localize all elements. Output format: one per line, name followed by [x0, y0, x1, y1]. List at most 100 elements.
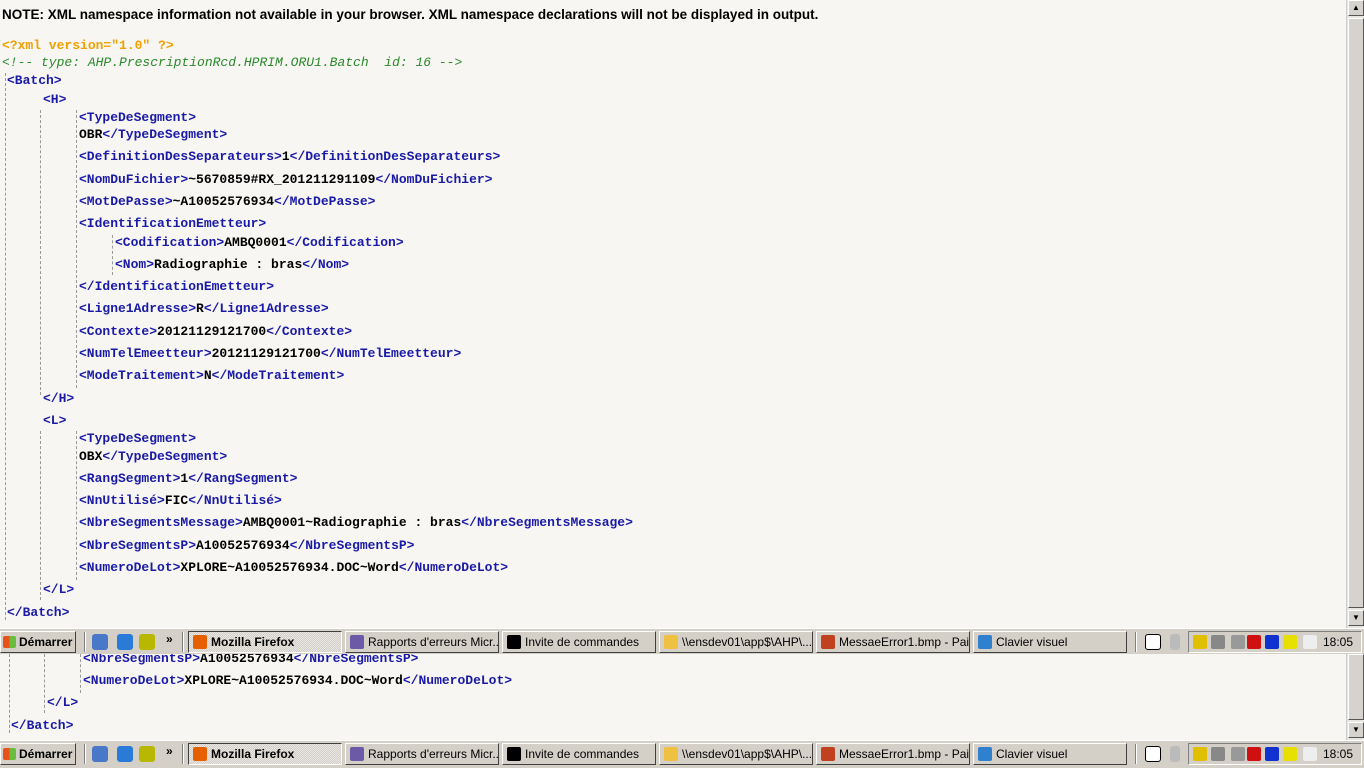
- start-button[interactable]: Démarrer: [0, 743, 76, 765]
- internet-explorer-icon[interactable]: [117, 746, 133, 762]
- help-tray-icon[interactable]: [1283, 747, 1297, 761]
- indent-guide: [76, 431, 77, 580]
- keyboard-icon: [978, 635, 992, 649]
- xml-line: </L>: [43, 582, 74, 598]
- keyboard-layout-icon[interactable]: [1303, 747, 1317, 761]
- separator: [1135, 744, 1137, 764]
- xml-close-tag: </NbreSegmentsMessage>: [461, 515, 633, 530]
- xml-line: <Nom>Radiographie : bras</Nom>: [115, 257, 349, 273]
- taskbar-button[interactable]: Rapports d'erreurs Micr...: [345, 743, 499, 765]
- speaker-icon[interactable]: [1211, 635, 1225, 649]
- indent-guide: [9, 654, 10, 733]
- taskbar-button-label: \\ensdev01\app$\AHP\...: [682, 635, 813, 649]
- vertical-scrollbar[interactable]: ▼: [1346, 654, 1364, 740]
- windows-logo-icon: [3, 636, 16, 648]
- media-play-icon[interactable]: [1265, 635, 1279, 649]
- quicklaunch-app-icon[interactable]: [139, 634, 155, 650]
- taskbar-button[interactable]: Rapports d'erreurs Micr...: [345, 631, 499, 653]
- network-icon[interactable]: [1231, 747, 1245, 761]
- taskbar-button[interactable]: Mozilla Firefox: [188, 743, 342, 765]
- xml-close-tag: </ModeTraitement>: [211, 368, 345, 383]
- xml-close-tag: </NbreSegmentsP>: [289, 538, 415, 553]
- xml-open-tag: <NumeroDeLot>: [83, 673, 185, 688]
- paint-icon: [821, 747, 835, 761]
- speaker-icon[interactable]: [1211, 747, 1225, 761]
- media-play-icon[interactable]: [1265, 747, 1279, 761]
- taskbar-button[interactable]: Invite de commandes: [502, 631, 656, 653]
- taskbar-button[interactable]: Clavier visuel: [973, 743, 1127, 765]
- help-icon[interactable]: [1145, 634, 1161, 650]
- taskbar-button[interactable]: Mozilla Firefox: [188, 631, 342, 653]
- error-report-icon: [350, 747, 364, 761]
- taskbar: Démarrer » Mozilla Firefox Rapports d'erreu…: [0, 628, 1364, 654]
- xml-text-value: A10052576934: [200, 654, 294, 666]
- indent-guide: [112, 235, 113, 275]
- xml-text-value: R: [196, 301, 204, 316]
- scroll-up-button[interactable]: ▲: [1348, 0, 1364, 16]
- help-icon[interactable]: [1145, 746, 1161, 762]
- internet-explorer-icon[interactable]: [117, 634, 133, 650]
- show-desktop-icon[interactable]: [92, 746, 108, 762]
- keyboard-layout-icon[interactable]: [1303, 635, 1317, 649]
- xml-line: <L>: [43, 413, 66, 429]
- restore-toolbar-icon[interactable]: [1170, 634, 1180, 650]
- vertical-scrollbar[interactable]: ▲ ▼: [1346, 0, 1364, 628]
- taskbar-button-label: Clavier visuel: [996, 635, 1068, 649]
- xml-line: <H>: [43, 92, 66, 108]
- kaspersky-icon[interactable]: [1247, 635, 1261, 649]
- taskbar-button-label: Rapports d'erreurs Micr...: [368, 635, 499, 649]
- xml-open-tag: <NbreSegmentsMessage>: [79, 515, 243, 530]
- xml-text-value: Radiographie : bras: [154, 257, 303, 272]
- taskbar-button[interactable]: Invite de commandes: [502, 743, 656, 765]
- scroll-down-button[interactable]: ▼: [1348, 722, 1364, 738]
- taskbar-button[interactable]: Clavier visuel: [973, 631, 1127, 653]
- xml-line: <NumTelEmeetteur>20121129121700</NumTelE…: [79, 346, 461, 362]
- xml-line: </Batch>: [11, 718, 73, 734]
- xml-close-tag: </Batch>: [7, 605, 70, 620]
- taskbar-button[interactable]: \\ensdev01\app$\AHP\...: [659, 631, 813, 653]
- network-icon[interactable]: [1231, 635, 1245, 649]
- restore-toolbar-icon[interactable]: [1170, 746, 1180, 762]
- scrollbar-thumb[interactable]: [1348, 654, 1364, 720]
- xml-close-tag: </RangSegment>: [188, 471, 298, 486]
- taskbar-button[interactable]: MessaeError1.bmp - Paint: [816, 743, 970, 765]
- system-tray: 18:05: [1188, 631, 1362, 653]
- taskbar-button-label: Clavier visuel: [996, 747, 1068, 761]
- xml-line: <Contexte>20121129121700</Contexte>: [79, 324, 352, 340]
- xml-text-value: 20121129121700: [157, 324, 267, 339]
- taskbar-button[interactable]: \\ensdev01\app$\AHP\...: [659, 743, 813, 765]
- quicklaunch-more-button[interactable]: »: [166, 632, 173, 646]
- scrollbar-thumb[interactable]: [1348, 18, 1364, 608]
- clock[interactable]: 18:05: [1323, 747, 1353, 761]
- xml-line: <NumeroDeLot>XPLORE~A10052576934.DOC~Wor…: [79, 560, 508, 576]
- xml-line: </IdentificationEmetteur>: [79, 279, 274, 295]
- scroll-down-button[interactable]: ▼: [1348, 610, 1364, 626]
- xml-close-tag: </NumeroDeLot>: [402, 673, 513, 688]
- xml-open-tag: <NomDuFichier>: [79, 172, 189, 187]
- security-shield-icon[interactable]: [1193, 747, 1207, 761]
- xml-line: <TypeDeSegment>: [79, 431, 196, 447]
- taskbar-button[interactable]: MessaeError1.bmp - Paint: [816, 631, 970, 653]
- taskbar-button-label: Invite de commandes: [525, 747, 640, 761]
- xml-open-tag: <NbreSegmentsP>: [83, 654, 201, 666]
- xml-line: <ModeTraitement>N</ModeTraitement>: [79, 368, 344, 384]
- xml-text-value: A10052576934: [196, 538, 290, 553]
- indent-guide: [44, 654, 45, 713]
- start-button[interactable]: Démarrer: [0, 631, 76, 653]
- xml-open-tag: <DefinitionDesSeparateurs>: [79, 149, 282, 164]
- taskbar-button-label: Mozilla Firefox: [211, 747, 295, 761]
- security-shield-icon[interactable]: [1193, 635, 1207, 649]
- kaspersky-icon[interactable]: [1247, 747, 1261, 761]
- taskbar-button-label: Invite de commandes: [525, 635, 640, 649]
- xml-line: <Ligne1Adresse>R</Ligne1Adresse>: [79, 301, 329, 317]
- show-desktop-icon[interactable]: [92, 634, 108, 650]
- xml-line: <MotDePasse>~A10052576934</MotDePasse>: [79, 194, 375, 210]
- cmd-icon: [507, 747, 521, 761]
- xml-open-tag: <Batch>: [7, 73, 62, 88]
- clock[interactable]: 18:05: [1323, 635, 1353, 649]
- quicklaunch-app-icon[interactable]: [139, 746, 155, 762]
- xml-close-tag: </L>: [47, 695, 79, 710]
- quicklaunch-more-button[interactable]: »: [166, 744, 173, 758]
- help-tray-icon[interactable]: [1283, 635, 1297, 649]
- xml-text-value: AMBQ0001~Radiographie : bras: [242, 515, 462, 530]
